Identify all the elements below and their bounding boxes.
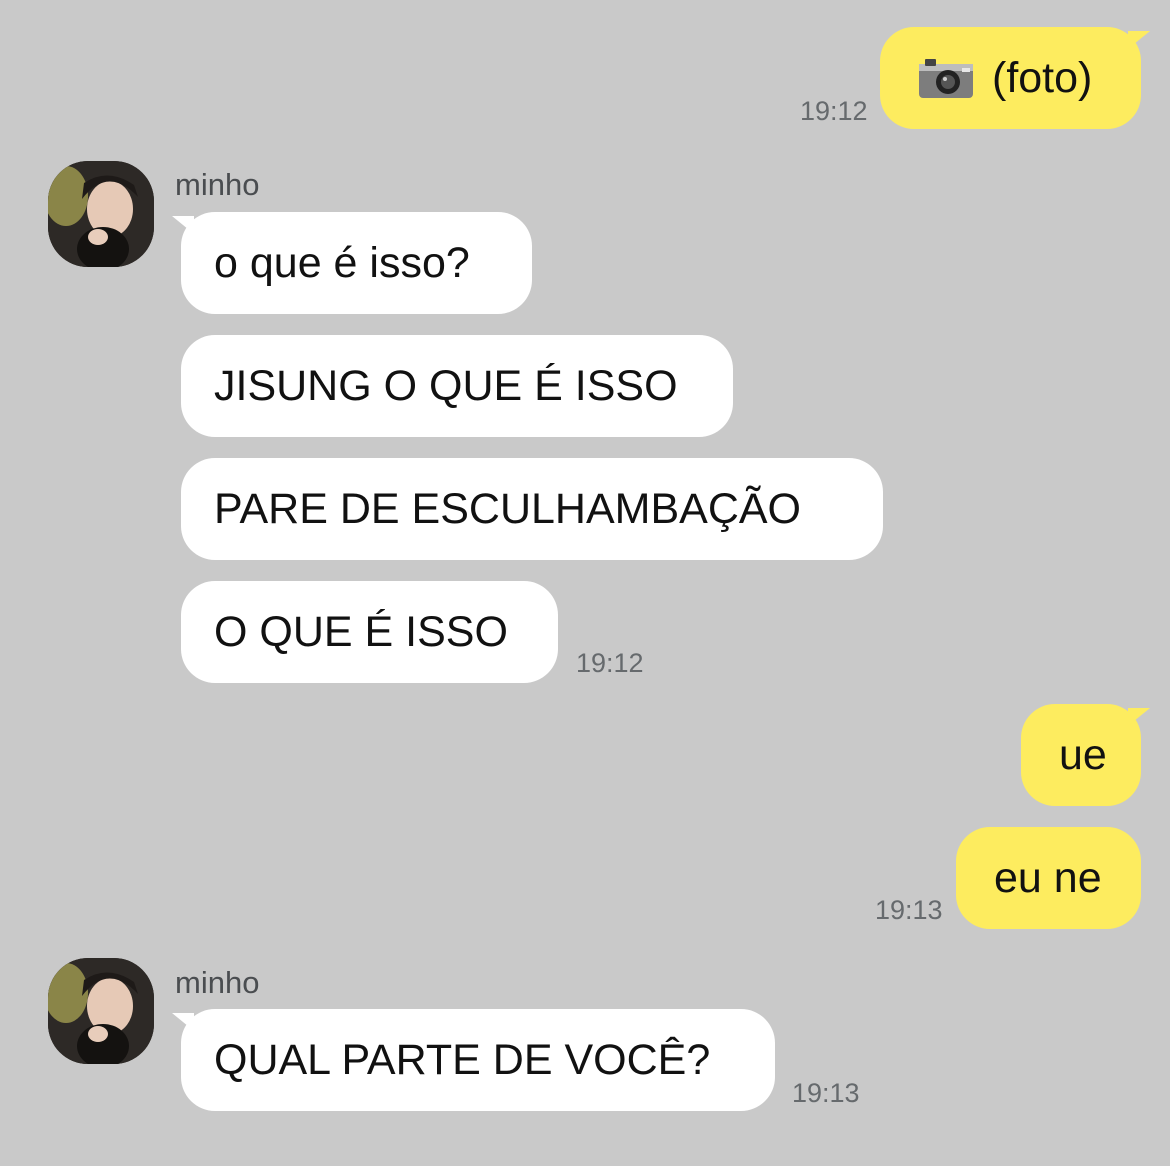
avatar[interactable] xyxy=(48,161,154,267)
incoming-message-bubble[interactable]: JISUNG O QUE É ISSO xyxy=(181,335,733,437)
message-text: QUAL PARTE DE VOCÊ? xyxy=(214,1035,711,1084)
message-text: eu ne xyxy=(994,853,1102,902)
message-time: 19:13 xyxy=(875,895,943,925)
incoming-message-bubble[interactable]: o que é isso? xyxy=(172,212,532,314)
avatar[interactable] xyxy=(48,958,154,1064)
message-time: 19:12 xyxy=(576,648,644,678)
camera-icon xyxy=(919,59,973,98)
outgoing-message-bubble[interactable]: eu ne xyxy=(956,827,1141,929)
sender-name: minho xyxy=(175,167,260,202)
message-time: 19:13 xyxy=(792,1078,860,1108)
outgoing-message-bubble[interactable]: (foto) xyxy=(880,27,1150,129)
message-text: ue xyxy=(1059,730,1107,779)
incoming-message-bubble[interactable]: PARE DE ESCULHAMBAÇÃO xyxy=(181,458,883,560)
message-text: JISUNG O QUE É ISSO xyxy=(214,361,678,410)
avatar-photo xyxy=(48,958,154,1064)
outgoing-message-bubble[interactable]: ue xyxy=(1021,704,1150,806)
sender-name: minho xyxy=(175,965,260,1000)
message-text: PARE DE ESCULHAMBAÇÃO xyxy=(214,484,802,533)
incoming-message-bubble[interactable]: O QUE É ISSO xyxy=(181,581,558,683)
message-time: 19:12 xyxy=(800,96,868,126)
message-text: o que é isso? xyxy=(214,238,470,287)
message-text: (foto) xyxy=(992,53,1093,102)
message-text: O QUE É ISSO xyxy=(214,607,508,656)
avatar-photo xyxy=(48,161,154,267)
incoming-message-bubble[interactable]: QUAL PARTE DE VOCÊ? xyxy=(172,1009,775,1111)
